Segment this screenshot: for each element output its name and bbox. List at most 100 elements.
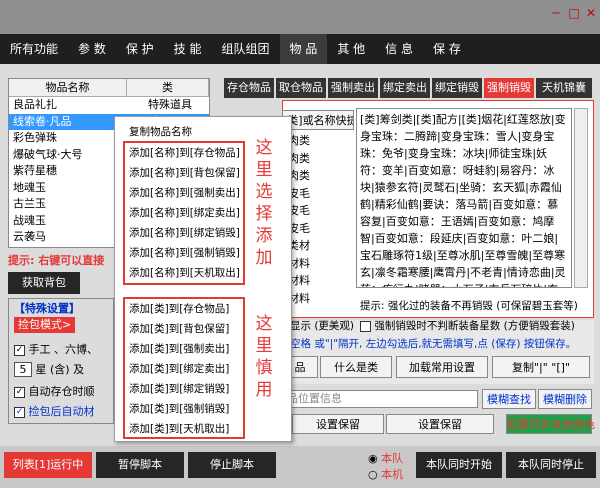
item-name: 古兰玉 bbox=[13, 197, 46, 210]
annotation-char: 择 bbox=[255, 204, 273, 224]
annotation-char: 慎 bbox=[255, 358, 273, 378]
menu-team[interactable]: 组队组团 bbox=[212, 34, 280, 64]
menu-params[interactable]: 参 数 bbox=[68, 34, 116, 64]
get-bag-button[interactable]: 获取背包 bbox=[8, 272, 80, 294]
fuzzy-delete-button[interactable]: 模糊删除 bbox=[538, 389, 592, 409]
menu-item-name-store[interactable]: 添加[名称]到[存仓物品] bbox=[129, 144, 240, 164]
table-header: 物品名称 类 bbox=[9, 79, 209, 97]
tab-store[interactable]: 存仓物品 bbox=[224, 78, 274, 98]
menu-item-class-store[interactable]: 添加[类]到[存仓物品] bbox=[129, 300, 229, 320]
fuzzy-find-button[interactable]: 模糊查找 bbox=[482, 389, 536, 409]
radio-machine-label: 本机 bbox=[381, 468, 404, 481]
minimize-button[interactable]: ─ bbox=[548, 6, 564, 20]
menu-items[interactable]: 物 品 bbox=[279, 34, 328, 64]
opt1-row[interactable]: ✓ 手工 、六博、 bbox=[14, 341, 98, 357]
tab-force-sell[interactable]: 强制卖出 bbox=[328, 78, 378, 98]
opt2-label: 星 (含) 及 bbox=[35, 363, 85, 376]
load-common-button[interactable]: 加载常用设置 bbox=[396, 356, 488, 378]
menu-item-name-tianji[interactable]: 添加[名称]到[天机取出] bbox=[129, 264, 240, 284]
opt4-row[interactable]: ✓ 捡包后自动材 bbox=[14, 403, 95, 419]
copy-separators-button[interactable]: 复制"|" "[]" bbox=[492, 356, 590, 378]
menu-item-class-force-sell[interactable]: 添加[类]到[强制卖出] bbox=[129, 340, 229, 360]
list-item[interactable]: 肉类 bbox=[288, 132, 348, 150]
tab-bind-sell[interactable]: 绑定卖出 bbox=[380, 78, 430, 98]
opt4-label: 捡包后自动材 bbox=[28, 405, 95, 418]
annotation-char: 里 bbox=[255, 336, 273, 356]
destroy-textarea[interactable]: [类]筹剑类|[类]配方|[类]烟花|红莲怒放|变身宝珠：二腾蹄|变身宝珠：雪人… bbox=[356, 108, 572, 288]
opt3-row[interactable]: ✓ 自动存仓时顺 bbox=[14, 383, 95, 399]
menu-item-copy-name[interactable]: 复制物品名称 bbox=[129, 123, 192, 143]
menu-item-class-bind-sell[interactable]: 添加[类]到[绑定卖出] bbox=[129, 360, 229, 380]
team-start-button[interactable]: 本队同时开始 bbox=[416, 452, 502, 478]
annotation-select-add: 这 里 选 择 添 加 bbox=[255, 137, 273, 269]
item-name: 紫荇星穗 bbox=[13, 164, 57, 177]
radio-team[interactable]: ◉ 本队 bbox=[368, 450, 403, 466]
pause-script-button[interactable]: 暂停脚本 bbox=[96, 452, 184, 478]
list-item[interactable]: 皮毛 bbox=[288, 220, 348, 238]
menu-item-class-keep[interactable]: 添加[类]到[背包保留] bbox=[129, 320, 229, 340]
item-name: 爆破气球·大号 bbox=[13, 147, 83, 161]
tab-retrieve[interactable]: 取仓物品 bbox=[276, 78, 326, 98]
show-label: 显示 (更美观) bbox=[290, 320, 355, 332]
tab-force-destroy[interactable]: 强制销毁 bbox=[484, 78, 534, 98]
list-item[interactable]: 类材 bbox=[288, 237, 348, 255]
list-item[interactable]: 皮毛 bbox=[288, 185, 348, 203]
menu-item-name-force-destroy[interactable]: 添加[名称]到[强制销毁] bbox=[129, 244, 240, 264]
opt2-row: 5 星 (含) 及 bbox=[14, 361, 84, 377]
menu-item-name-bind-destroy[interactable]: 添加[名称]到[绑定销毁] bbox=[129, 224, 240, 244]
radio-team-label: 本队 bbox=[381, 452, 404, 465]
force-check-row[interactable]: 强制销毁时不判断装备星数 (方便销毁套装) bbox=[360, 318, 575, 333]
list-item[interactable]: 材料 bbox=[288, 272, 348, 290]
separator-hint: 空格 或"|"隔开, 左边勾选后,就无需填写,点 (保存) 按钮保存。 bbox=[290, 338, 577, 350]
table-row[interactable]: 良品礼扎 特殊道具 bbox=[9, 97, 209, 114]
team-stop-button[interactable]: 本队同时停止 bbox=[506, 452, 596, 478]
item-name: 地魂玉 bbox=[13, 180, 46, 194]
list-item[interactable]: 材料 bbox=[288, 255, 348, 273]
what-is-class-button[interactable]: 什么是类 bbox=[320, 356, 392, 378]
title-bar: ─ □ ✕ bbox=[0, 0, 600, 34]
menu-item-class-bind-destroy[interactable]: 添加[类]到[绑定销毁] bbox=[129, 380, 229, 400]
list-item[interactable]: 材料 bbox=[288, 290, 348, 308]
menu-item-class-force-destroy[interactable]: 添加[类]到[强制销毁] bbox=[129, 400, 229, 420]
quick-set-list[interactable]: 肉类 肉类 肉类 皮毛 皮毛 皮毛 类材 材料 材料 材料 bbox=[288, 132, 348, 307]
tab-bind-destroy[interactable]: 绑定销毁 bbox=[432, 78, 482, 98]
col-name-header[interactable]: 物品名称 bbox=[9, 79, 127, 96]
checkbox-icon bbox=[360, 320, 371, 332]
list-item[interactable]: 肉类 bbox=[288, 167, 348, 185]
maximize-button[interactable]: □ bbox=[566, 6, 582, 20]
col-type-header[interactable]: 类 bbox=[127, 79, 209, 96]
annotation-use-caution: 这 里 慎 用 bbox=[255, 313, 273, 401]
menu-save[interactable]: 保 存 bbox=[423, 34, 471, 64]
menu-info[interactable]: 信 息 bbox=[375, 34, 423, 64]
textarea-scrollbar[interactable] bbox=[574, 108, 588, 288]
menu-item-class-tianji[interactable]: 添加[类]到[天机取出] bbox=[129, 420, 229, 440]
menu-skills[interactable]: 技 能 bbox=[164, 34, 212, 64]
config-sync-button[interactable]: 配置同步其他角色 bbox=[506, 414, 595, 434]
show-check-row[interactable]: 显示 (更美观) bbox=[290, 318, 354, 333]
menu-other[interactable]: 其 他 bbox=[327, 34, 375, 64]
list-item[interactable]: 皮毛 bbox=[288, 202, 348, 220]
set-keep-button-2[interactable]: 设置保留 bbox=[386, 414, 494, 434]
run-status-button[interactable]: 列表[1]运行中 bbox=[4, 452, 92, 478]
force-label: 强制销毁时不判断装备星数 (方便销毁套装) bbox=[374, 320, 575, 332]
radio-machine[interactable]: ○ 本机 bbox=[368, 466, 403, 482]
star-input[interactable]: 5 bbox=[14, 362, 32, 377]
stop-script-button[interactable]: 停止脚本 bbox=[188, 452, 276, 478]
close-button[interactable]: ✕ bbox=[583, 6, 599, 20]
menu-item-name-keep[interactable]: 添加[名称]到[背包保留] bbox=[129, 164, 240, 184]
menu-item-name-bind-sell[interactable]: 添加[名称]到[绑定卖出] bbox=[129, 204, 240, 224]
item-name: 彩色弹珠 bbox=[13, 131, 57, 144]
menu-item-name-force-sell[interactable]: 添加[名称]到[强制卖出] bbox=[129, 184, 240, 204]
special-title: 【特殊设置】 bbox=[14, 302, 80, 315]
item-name: 战魂玉 bbox=[13, 213, 46, 227]
item-name: 云袭马 bbox=[13, 230, 46, 243]
menu-protect[interactable]: 保 护 bbox=[116, 34, 164, 64]
list-item[interactable]: 肉类 bbox=[288, 150, 348, 168]
pick-mode-label[interactable]: 捡包模式> bbox=[14, 317, 76, 333]
position-info-field[interactable]: 品位置信息 bbox=[282, 390, 478, 408]
quick-set-header[interactable]: [类]或名称快捷设置 bbox=[282, 110, 354, 130]
set-keep-button-1[interactable]: 设置保留 bbox=[292, 414, 384, 434]
tab-tianji[interactable]: 天机锦囊 bbox=[536, 78, 592, 98]
context-menu: 复制物品名称 添加[名称]到[存仓物品] 添加[名称]到[背包保留] 添加[名称… bbox=[114, 116, 292, 442]
menu-all-functions[interactable]: 所有功能 bbox=[0, 34, 68, 64]
